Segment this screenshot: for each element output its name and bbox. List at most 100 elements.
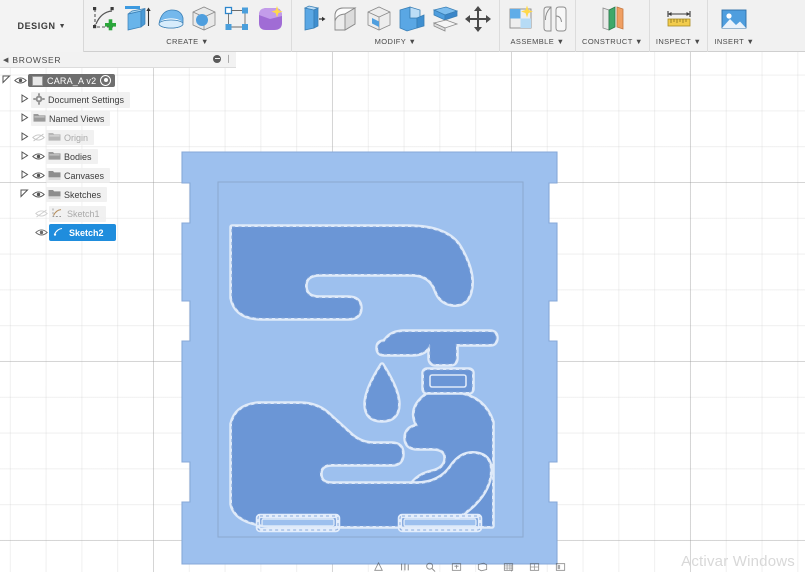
tree-row-document-settings[interactable]: Document Settings bbox=[0, 90, 170, 109]
toolbar-group-label-modify[interactable]: MODIFY ▼ bbox=[375, 37, 417, 46]
extrude-icon[interactable] bbox=[123, 4, 153, 34]
zoom-icon[interactable] bbox=[424, 562, 437, 572]
tree-row-canvases[interactable]: Canvases bbox=[0, 166, 170, 185]
sketch-icon bbox=[51, 207, 64, 221]
minus-circle-icon[interactable] bbox=[213, 54, 222, 63]
activate-target-icon[interactable] bbox=[100, 75, 112, 86]
offset-plane-icon[interactable] bbox=[597, 4, 627, 34]
toolbar-group-inspect: INSPECT ▼ bbox=[650, 0, 709, 52]
move-copy-icon[interactable] bbox=[463, 4, 493, 34]
toolbar-group-label-create[interactable]: CREATE ▼ bbox=[166, 37, 209, 46]
eye-icon[interactable] bbox=[31, 152, 46, 161]
canvas-folder-icon bbox=[48, 169, 61, 182]
toolbar-group-label-assemble[interactable]: ASSEMBLE ▼ bbox=[511, 37, 565, 46]
fusion360-window: DESIGN ▼ CREATE ▼ MODIFY ▼ ASSEMBLE ▼ CO… bbox=[0, 0, 805, 572]
panel-resize-handle[interactable]: ❘ bbox=[225, 54, 232, 63]
collapsed-triangle-icon[interactable] bbox=[18, 94, 31, 105]
tree-label: Sketch2 bbox=[69, 227, 104, 238]
browser-header: ◀ BROWSER ❘ bbox=[0, 52, 236, 68]
toolbar-group-insert: INSERT ▼ bbox=[708, 0, 760, 52]
chevron-down-icon: ▼ bbox=[200, 37, 209, 46]
pan-icon[interactable] bbox=[398, 562, 411, 572]
joint-icon[interactable] bbox=[539, 4, 569, 34]
gear-icon bbox=[33, 92, 45, 107]
tree-label: Document Settings bbox=[48, 94, 125, 105]
pattern-icon[interactable] bbox=[222, 4, 252, 34]
chevron-down-icon: ▼ bbox=[746, 37, 755, 46]
grid-snaps-icon[interactable] bbox=[502, 562, 515, 572]
bottom-slot-right bbox=[397, 513, 483, 533]
chevron-down-icon: ▼ bbox=[635, 37, 643, 46]
fit-icon[interactable] bbox=[450, 562, 463, 572]
tree-row-named-views[interactable]: Named Views bbox=[0, 109, 170, 128]
fillet-icon[interactable] bbox=[331, 4, 361, 34]
toolbar-group-label-insert[interactable]: INSERT ▼ bbox=[714, 37, 754, 46]
tree-row-bodies[interactable]: Bodies bbox=[0, 147, 170, 166]
toolbar-group-construct: CONSTRUCT ▼ bbox=[576, 0, 650, 52]
tree-row-sketch1[interactable]: Sketch1 bbox=[0, 204, 170, 223]
toolbar-group-create: CREATE ▼ bbox=[84, 0, 292, 52]
expanded-triangle-icon[interactable] bbox=[18, 189, 31, 200]
sketch-icon bbox=[53, 226, 64, 239]
chevron-down-icon: ▼ bbox=[693, 37, 702, 46]
tree-row-sketches[interactable]: Sketches bbox=[0, 185, 170, 204]
workspace-label: DESIGN bbox=[17, 21, 56, 31]
display-settings-icon[interactable] bbox=[476, 562, 489, 572]
dispenser-label-slot bbox=[421, 367, 475, 395]
split-body-icon[interactable] bbox=[430, 4, 460, 34]
orbit-icon[interactable] bbox=[372, 562, 385, 572]
collapsed-triangle-icon[interactable] bbox=[18, 113, 31, 124]
browser-tree: CARA_A v2 Document Settings Named Views … bbox=[0, 68, 170, 242]
tree-label: Sketch1 bbox=[67, 208, 100, 219]
workspace-switcher[interactable]: DESIGN ▼ bbox=[0, 0, 84, 52]
eye-icon[interactable] bbox=[13, 76, 28, 85]
new-component-icon[interactable] bbox=[506, 4, 536, 34]
sketch-plus-icon[interactable] bbox=[90, 4, 120, 34]
eye-icon[interactable] bbox=[31, 190, 46, 199]
layout-icon[interactable] bbox=[554, 562, 567, 572]
toolbar-group-modify: MODIFY ▼ bbox=[292, 0, 500, 52]
viewports-icon[interactable] bbox=[528, 562, 541, 572]
component-icon bbox=[32, 75, 43, 86]
collapsed-triangle-icon[interactable] bbox=[18, 151, 31, 162]
combine-icon[interactable] bbox=[397, 4, 427, 34]
shell-icon[interactable] bbox=[364, 4, 394, 34]
measure-icon[interactable] bbox=[664, 4, 694, 34]
tree-row-sketch2[interactable]: Sketch2 bbox=[0, 223, 170, 242]
collapsed-triangle-icon[interactable] bbox=[18, 170, 31, 181]
bottom-slot-left bbox=[255, 513, 341, 533]
tree-label: Sketches bbox=[64, 189, 102, 200]
toolbar-group-assemble: ASSEMBLE ▼ bbox=[500, 0, 576, 52]
eye-icon[interactable] bbox=[34, 228, 49, 237]
selected-tree-item[interactable]: Sketch2 bbox=[49, 224, 116, 241]
left-caret-icon[interactable]: ◀ bbox=[3, 56, 8, 64]
toolbar-group-label-inspect[interactable]: INSPECT ▼ bbox=[656, 37, 701, 46]
revolve-icon[interactable] bbox=[156, 4, 186, 34]
eye-off-icon[interactable] bbox=[34, 209, 49, 218]
collapsed-triangle-icon[interactable] bbox=[18, 132, 31, 143]
chevron-down-icon: ▼ bbox=[556, 37, 565, 46]
sphere-icon[interactable] bbox=[189, 4, 219, 34]
tree-label: Origin bbox=[64, 132, 89, 143]
browser-title: BROWSER bbox=[12, 54, 62, 65]
main-toolbar: DESIGN ▼ CREATE ▼ MODIFY ▼ ASSEMBLE ▼ CO… bbox=[0, 0, 805, 52]
tree-row-origin[interactable]: Origin bbox=[0, 128, 170, 147]
insert-image-icon[interactable] bbox=[719, 4, 749, 34]
folder-icon bbox=[33, 112, 46, 125]
eye-icon[interactable] bbox=[31, 171, 46, 180]
press-pull-icon[interactable] bbox=[298, 4, 328, 34]
toolbar-group-label-construct[interactable]: CONSTRUCT ▼ bbox=[582, 37, 643, 46]
folder-icon bbox=[48, 131, 61, 144]
tree-row-root[interactable]: CARA_A v2 bbox=[0, 71, 170, 90]
windows-activation-watermark: Activar Windows bbox=[681, 553, 795, 570]
create-form-icon[interactable] bbox=[255, 4, 285, 34]
chevron-down-icon: ▼ bbox=[58, 22, 66, 30]
root-component-chip[interactable]: CARA_A v2 bbox=[28, 74, 116, 87]
folder-icon bbox=[48, 150, 61, 163]
tree-label: Canvases bbox=[64, 170, 105, 181]
sketch-folder-icon bbox=[48, 188, 61, 201]
tree-label: Bodies bbox=[64, 151, 92, 162]
expanded-triangle-icon[interactable] bbox=[0, 75, 13, 86]
eye-off-icon[interactable] bbox=[31, 133, 46, 142]
tree-label: Named Views bbox=[49, 113, 105, 124]
